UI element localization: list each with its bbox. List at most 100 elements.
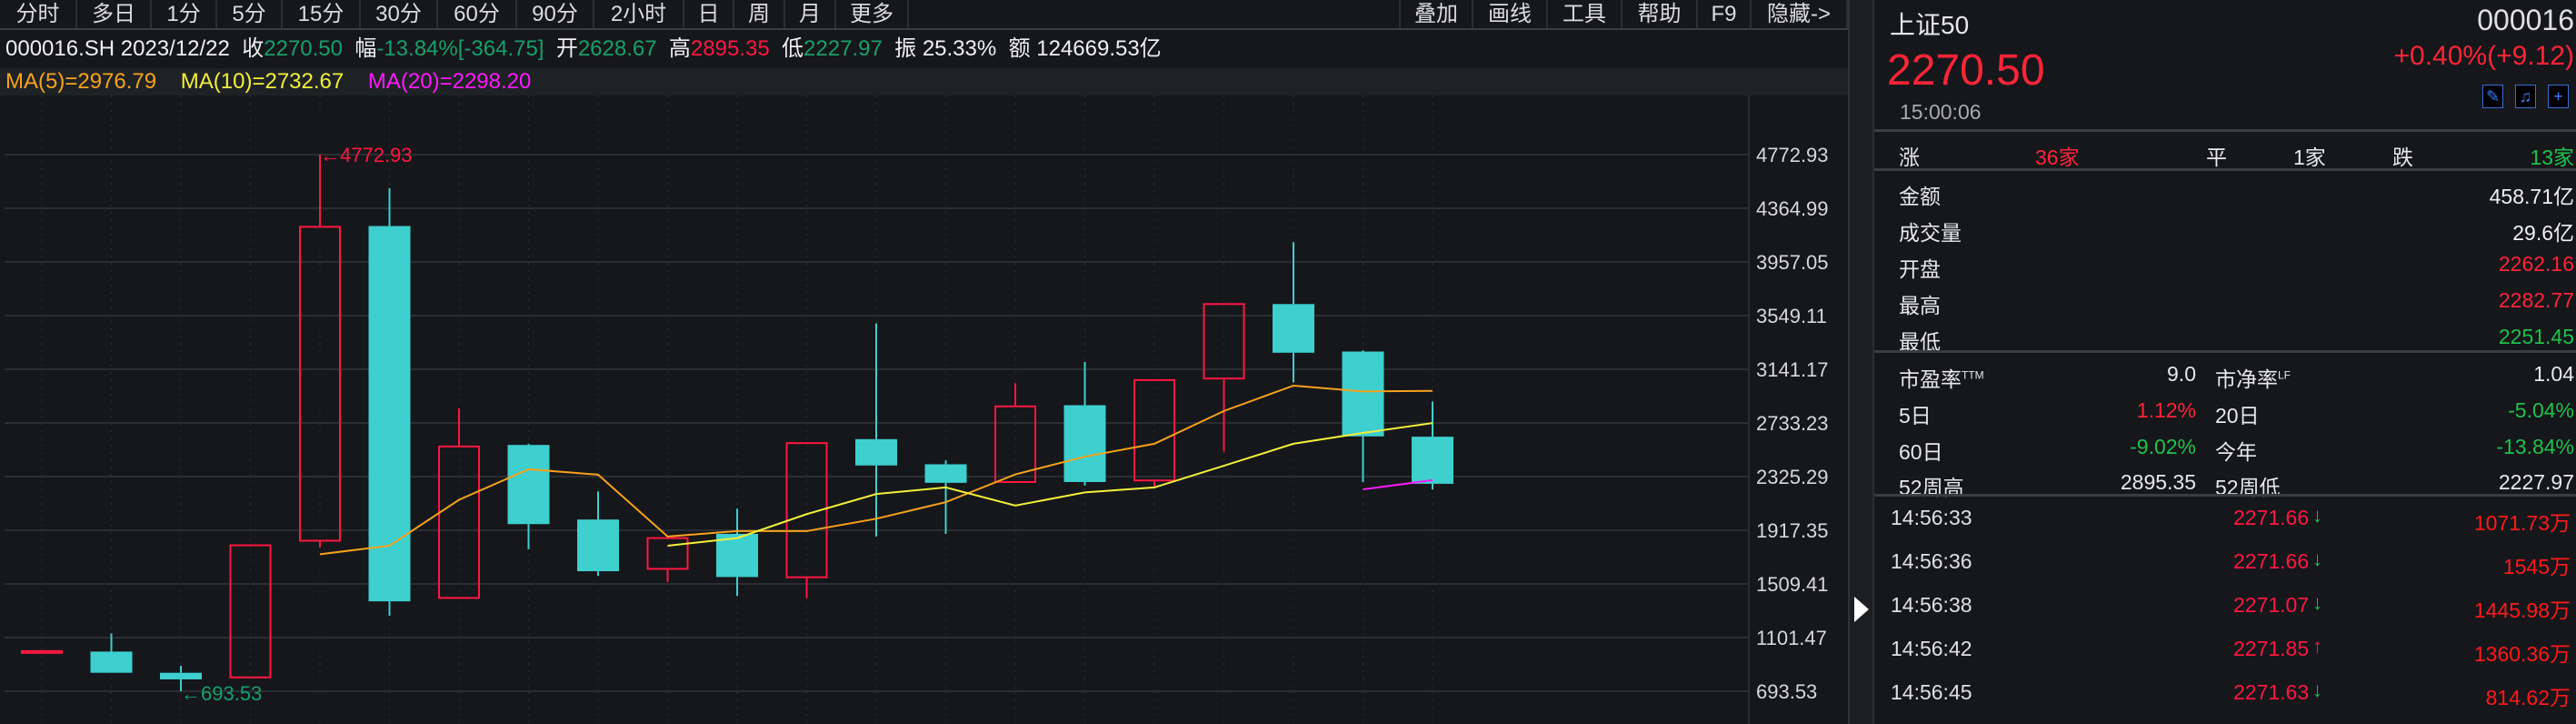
candle-body-down [1412, 437, 1453, 484]
y-tick-label: 1509.41 [1756, 573, 1829, 596]
tab-1min[interactable]: 1分 [152, 0, 217, 28]
f9-button[interactable]: F9 [1698, 0, 1752, 28]
stat-label: 成交量 [1899, 221, 1962, 245]
y-tick-label: 2325.29 [1756, 466, 1829, 488]
divider [1874, 494, 2576, 497]
pb-sup: LF [2278, 368, 2291, 382]
stat-value: 458.71亿 [2489, 185, 2574, 208]
hide-button[interactable]: 隐藏-> [1752, 0, 1848, 28]
y-tick-label: 2733.23 [1756, 412, 1829, 435]
ma10-legend: MA(10)=2732.67 [180, 69, 344, 94]
price-change: +0.40%(+9.12) [2393, 41, 2574, 71]
ma-legend: MA(5)=2976.79 MA(10)=2732.67 MA(20)=2298… [0, 68, 1848, 96]
candle-body-down [855, 438, 897, 466]
y-tick-label: 3957.05 [1756, 251, 1829, 274]
overlay-button[interactable]: 叠加 [1399, 0, 1473, 28]
tab-week[interactable]: 周 [734, 0, 785, 28]
d5-value: 1.12% [2136, 398, 2196, 422]
y-tick-label: 3549.11 [1756, 305, 1827, 327]
trade-time: 14:56:33 [1891, 506, 1972, 529]
tab-90min[interactable]: 90分 [517, 0, 594, 28]
tab-multi-day[interactable]: 多日 [77, 0, 152, 28]
period-toolbar: 分时 多日 1分 5分 15分 30分 60分 90分 2小时 日 周 月 更多… [0, 0, 1850, 30]
divider [1874, 168, 2576, 171]
arrow-up-icon: ↑ [2312, 635, 2322, 658]
ytd-value: -13.84% [2496, 435, 2574, 458]
y-tick-label: 4772.93 [1756, 144, 1829, 166]
d5-label: 5日 [1899, 404, 1932, 427]
flat-label: 平 [2206, 146, 2227, 169]
kline-chart[interactable]: 4772.93 4364.99 3957.05 3549.11 3141.17 2733.… [0, 96, 1848, 724]
stat-value: 29.6亿 [2512, 221, 2574, 245]
flat-count: 1家 [2293, 146, 2326, 169]
low-label: 低 [782, 36, 804, 61]
d60-value: -9.02% [2130, 435, 2196, 458]
max-price-label: ←4772.93 [320, 144, 413, 166]
candle-body-up [21, 649, 63, 654]
edit-icon[interactable]: ✎ [2482, 85, 2503, 108]
help-button[interactable]: 帮助 [1622, 0, 1698, 28]
candle-body-down [1342, 351, 1384, 437]
tab-more[interactable]: 更多 [836, 0, 909, 28]
trade-price: 2271.85 [2233, 637, 2310, 660]
high52-value: 2895.35 [2120, 470, 2196, 494]
trade-time: 14:56:36 [1891, 549, 1972, 573]
trade-volume: 814.62万 [2485, 686, 2571, 709]
candle-body-up [438, 445, 480, 599]
trade-price: 2271.07 [2233, 593, 2310, 617]
pe-sup: TTM [1962, 368, 1984, 382]
add-icon[interactable]: + [2548, 85, 2569, 108]
stat-value: 2282.77 [2498, 288, 2574, 312]
trade-price: 2271.66 [2233, 549, 2310, 573]
tab-30min[interactable]: 30分 [361, 0, 438, 28]
pe-label-text: 市盈率 [1899, 367, 1962, 391]
trade-volume: 1545万 [2502, 555, 2571, 578]
pe-label: 市盈率TTM [1899, 362, 1984, 393]
tab-5min[interactable]: 5分 [217, 0, 283, 28]
stat-label: 开盘 [1899, 257, 1941, 281]
tab-month[interactable]: 月 [785, 0, 836, 28]
arrow-down-icon: ↓ [2312, 679, 2322, 701]
ytd-label: 今年 [2215, 440, 2257, 464]
amount-label: 额 [1008, 36, 1031, 61]
trade-time: 14:56:38 [1891, 593, 1972, 617]
tab-intraday[interactable]: 分时 [0, 0, 77, 28]
close-label: 收 [242, 36, 265, 61]
ma20-legend: MA(20)=2298.20 [367, 69, 532, 94]
ma5-legend: MA(5)=2976.79 [5, 69, 157, 94]
trade-volume: 1360.36万 [2473, 642, 2571, 666]
index-code: 000016 [2477, 4, 2574, 36]
candle-body-down [507, 445, 550, 525]
candle-body-down [1273, 304, 1314, 353]
quote-panel: 上证50 000016 2270.50 +0.40%(+9.12) ✎ ♫ + … [1872, 0, 2576, 724]
tab-15min[interactable]: 15分 [283, 0, 361, 28]
tools-button[interactable]: 工具 [1548, 0, 1622, 28]
arrow-down-icon: ↓ [2312, 591, 2322, 614]
range-label: 幅 [354, 36, 377, 61]
arrow-down-icon: ↓ [2312, 548, 2322, 570]
trade-volume: 1445.98万 [2473, 598, 2571, 622]
bell-icon[interactable]: ♫ [2515, 85, 2536, 108]
pb-label: 市净率LF [2215, 362, 2291, 393]
high-label: 高 [668, 36, 691, 61]
min-price-label: ←693.53 [181, 682, 262, 705]
last-price: 2270.50 [1887, 46, 2045, 95]
candle-info-bar: 000016.SH 2023/12/22 收2270.50 幅-13.84%[-… [0, 30, 1848, 68]
y-tick-label: 693.53 [1756, 680, 1817, 703]
up-label: 涨 [1899, 146, 1920, 169]
draw-line-button[interactable]: 画线 [1473, 0, 1548, 28]
amount-value: 124669.53亿 [1036, 36, 1162, 61]
d20-value: -5.04% [2508, 398, 2574, 422]
y-tick-label: 1101.47 [1756, 627, 1827, 649]
ma-line-ma10 [667, 422, 1433, 547]
candle-body-down [160, 672, 202, 679]
pb-label-text: 市净率 [2215, 367, 2278, 391]
stat-label: 金额 [1899, 185, 1941, 208]
expand-arrow-icon[interactable] [1854, 597, 1869, 622]
tab-day[interactable]: 日 [684, 0, 734, 28]
tab-2hour[interactable]: 2小时 [594, 0, 684, 28]
tab-60min[interactable]: 60分 [438, 0, 517, 28]
up-count: 36家 [2035, 146, 2080, 169]
pb-value: 1.04 [2533, 362, 2574, 386]
index-name: 上证50 [1890, 11, 1970, 39]
